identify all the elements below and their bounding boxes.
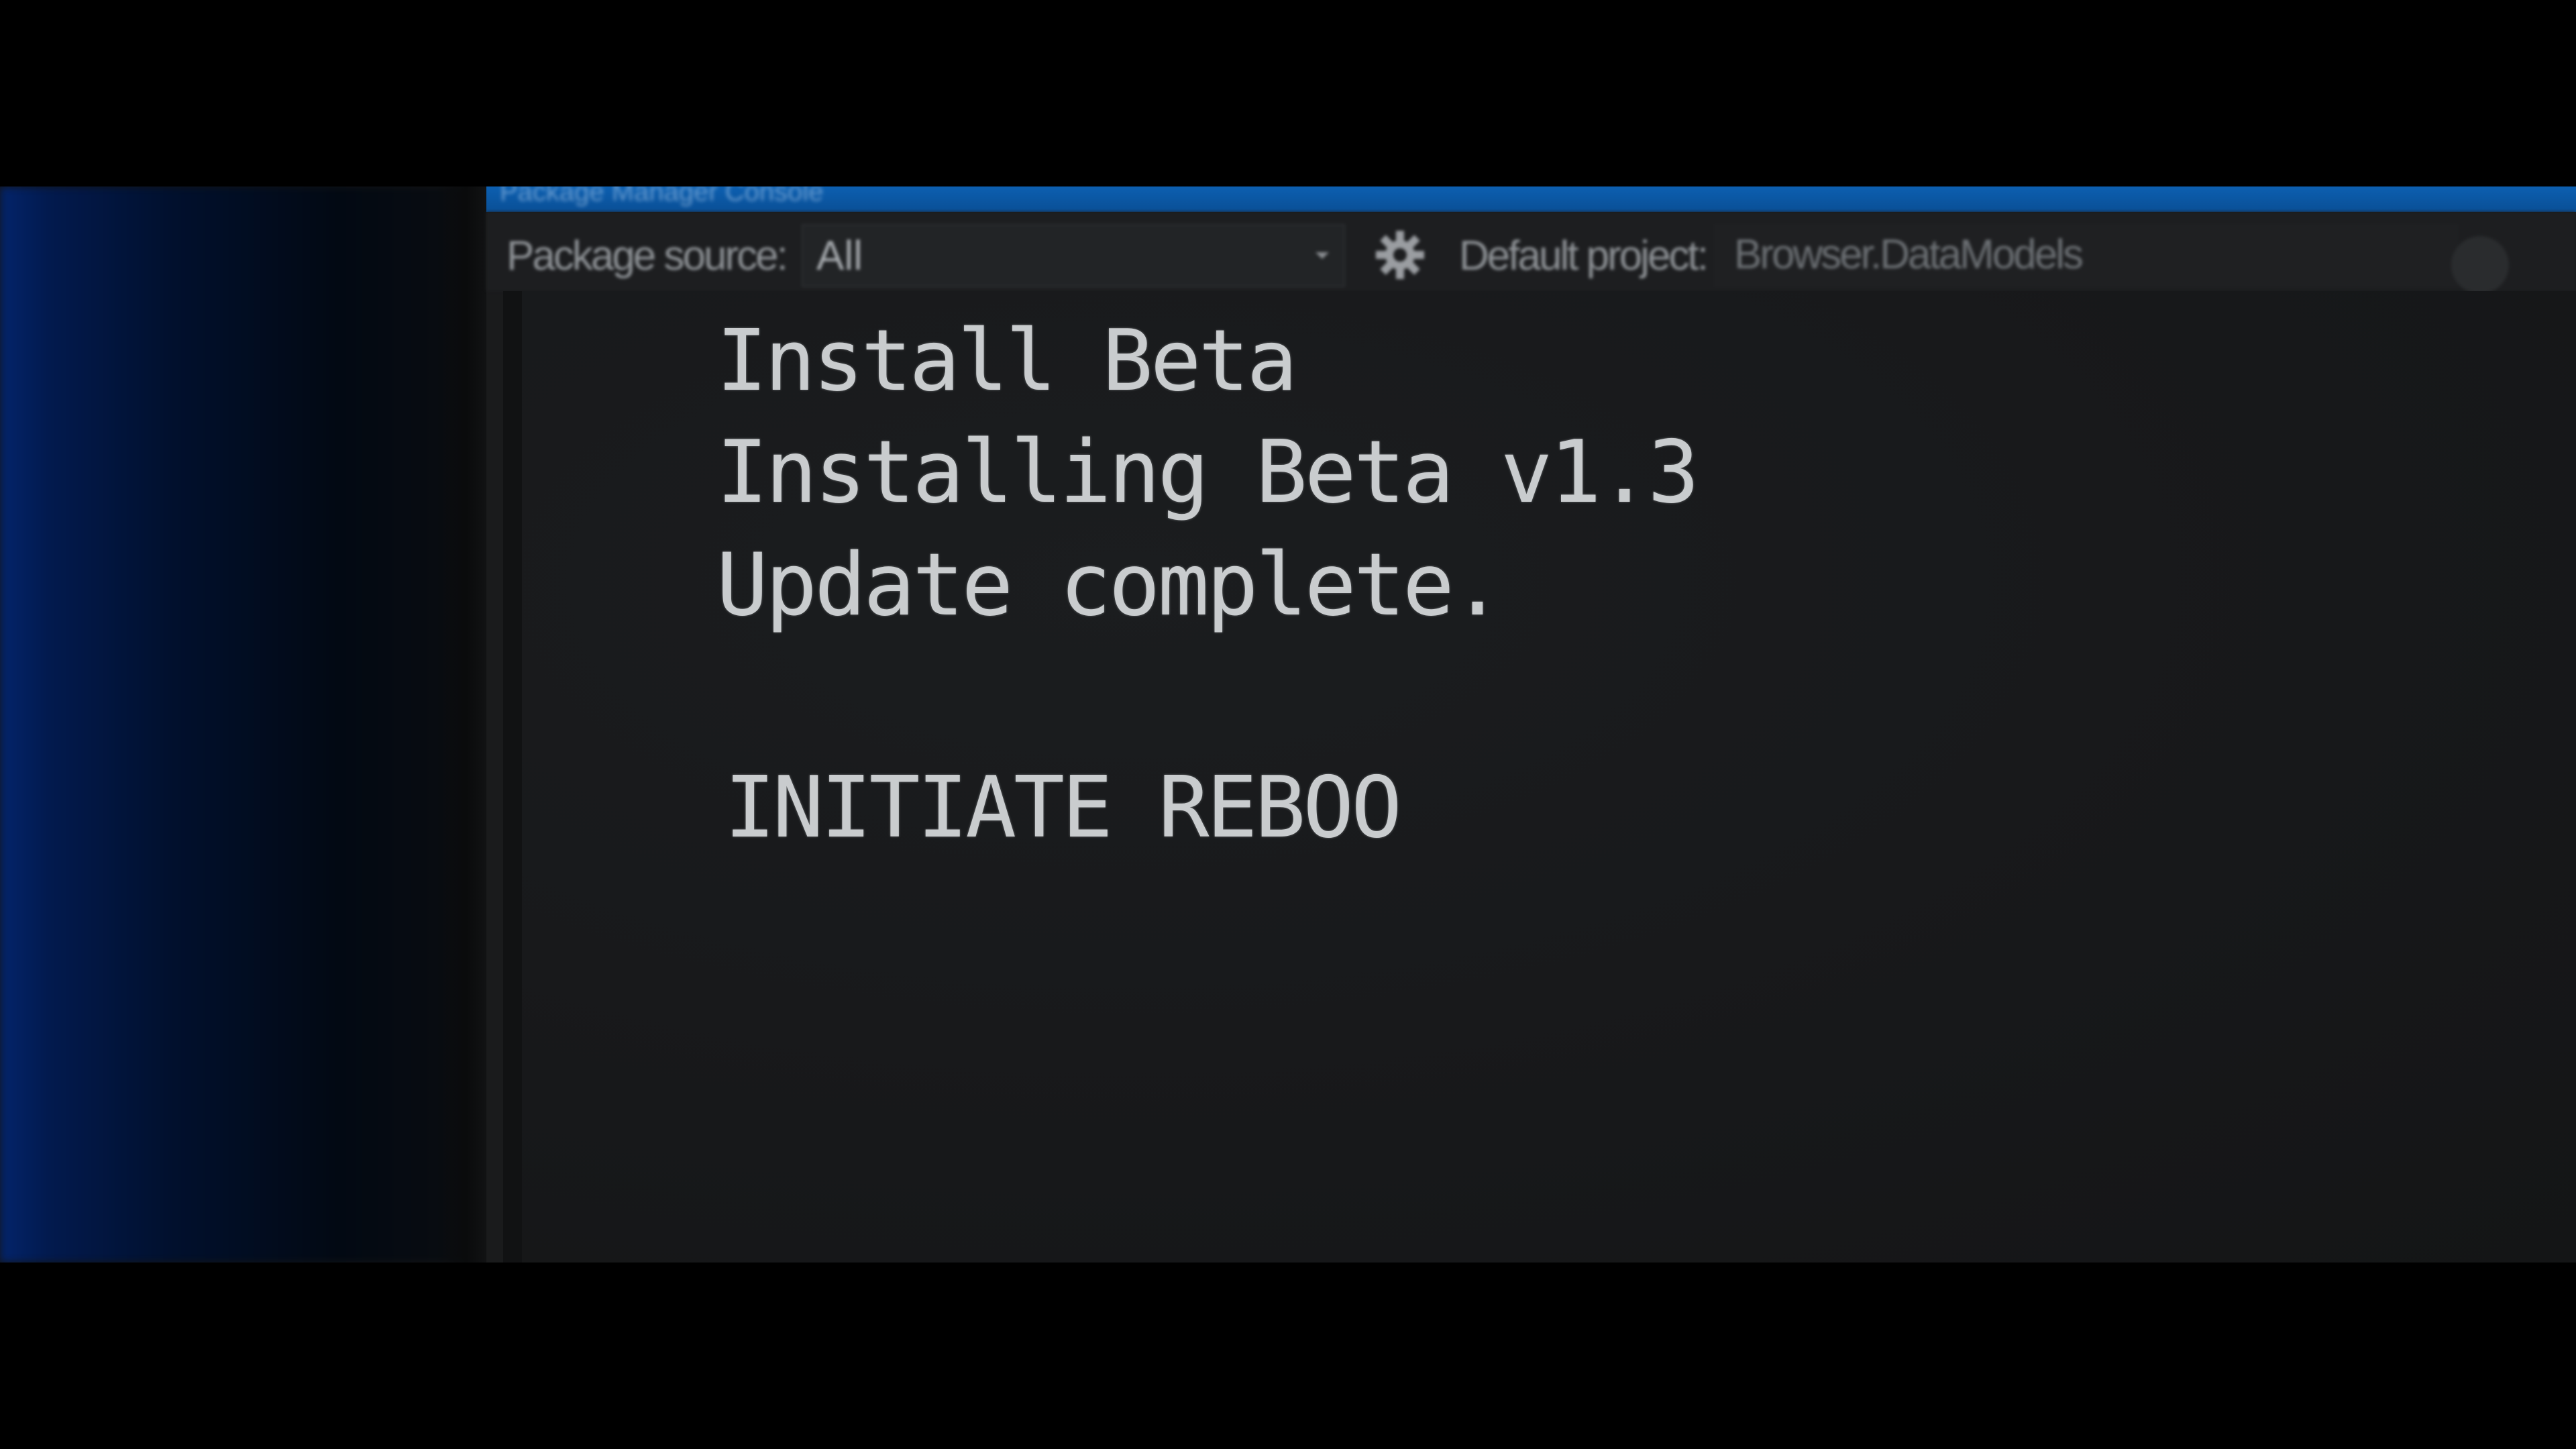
- console-output[interactable]: Install Beta Installing Beta v1.3 Update…: [503, 291, 2576, 1263]
- console-toolbar: Package source: All Default project: Bro…: [486, 212, 2576, 294]
- package-source-dropdown[interactable]: All: [802, 224, 1345, 287]
- window-title-bar[interactable]: Package Manager Console: [486, 186, 2576, 212]
- letterbox-top: [0, 0, 2576, 186]
- console-line: INITIATE REBOO: [724, 758, 1402, 857]
- default-project-dropdown[interactable]: Browser.DataModels: [1714, 224, 2459, 287]
- console-line: Installing Beta v1.3: [716, 423, 1699, 523]
- letterbox-bottom: [0, 1263, 2576, 1449]
- clear-icon[interactable]: [2451, 236, 2509, 294]
- default-project-label: Default project:: [1459, 233, 1709, 279]
- ambient-blue-glow: [0, 186, 483, 1263]
- screen-scene: Package Manager Console Package source: …: [0, 186, 2576, 1263]
- package-source-label: Package source:: [506, 233, 788, 279]
- chevron-down-icon[interactable]: [1316, 252, 1329, 259]
- package-manager-console-window: Package Manager Console Package source: …: [486, 186, 2576, 1263]
- console-line: Install Beta: [716, 311, 1297, 410]
- package-source-value: All: [816, 233, 863, 279]
- window-title: Package Manager Console: [500, 186, 824, 207]
- default-project-value: Browser.DataModels: [1734, 231, 2084, 278]
- console-gutter: [503, 291, 522, 1263]
- console-line: Update complete.: [716, 535, 1503, 635]
- gear-icon[interactable]: [1373, 228, 1427, 282]
